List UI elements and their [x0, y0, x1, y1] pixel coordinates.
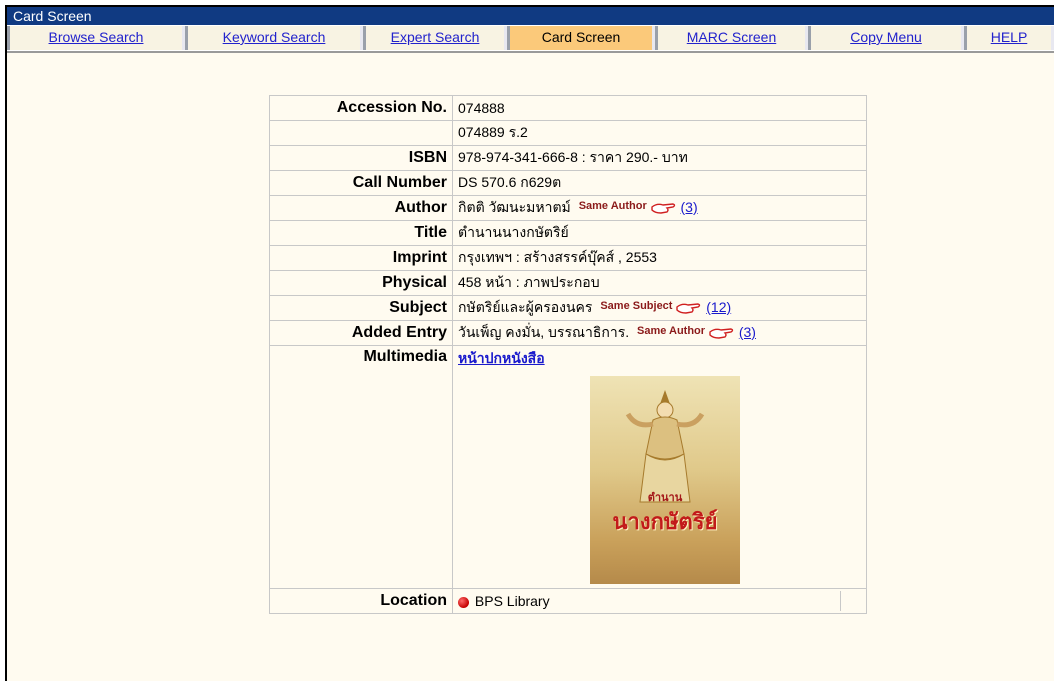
subject-count-link[interactable]: (12) — [706, 299, 731, 315]
accession-value: 074888 — [452, 95, 867, 121]
row-title: Title ตำนานนางกษัตริย์ — [269, 220, 867, 246]
pointing-hand-icon[interactable] — [676, 300, 702, 316]
red-dot-icon — [458, 596, 469, 608]
title-value: ตำนานนางกษัตริย์ — [452, 220, 867, 246]
cover-link[interactable]: หน้าปกหนังสือ — [458, 350, 545, 366]
card-record-table: Accession No. 074888 074889 ร.2 ISBN 978… — [269, 95, 867, 614]
tab-copy-menu[interactable]: Copy Menu — [808, 26, 964, 50]
row-multimedia: Multimedia หน้าปกหนังสือ ตำนาน นางกษัตริ… — [269, 345, 867, 589]
location-label: Location — [269, 588, 453, 614]
added-entry-value: วันเพ็ญ คงมั่น, บรรณาธิการ. — [458, 324, 630, 340]
call-number-value: DS 570.6 ก629ต — [452, 170, 867, 196]
tab-help[interactable]: HELP — [964, 26, 1054, 50]
tab-marc-screen[interactable]: MARC Screen — [655, 26, 808, 50]
tab-bar: Browse Search Keyword Search Expert Sear… — [7, 25, 1054, 53]
accession-label: Accession No. — [269, 95, 453, 121]
row-author: Author กิตติ วัฒนะมหาตม์ Same Author (3) — [269, 195, 867, 221]
cover-title: นางกษัตริย์ — [612, 509, 718, 535]
added-count-link[interactable]: (3) — [739, 324, 756, 340]
imprint-value: กรุงเทพฯ : สร้างสรรค์บุ๊คส์ , 2553 — [452, 245, 867, 271]
accession-label-empty — [269, 120, 453, 146]
author-cell: กิตติ วัฒนะมหาตม์ Same Author (3) — [452, 195, 867, 221]
tab-keyword-search[interactable]: Keyword Search — [185, 26, 363, 50]
multimedia-label: Multimedia — [269, 345, 453, 589]
row-accession: Accession No. 074888 — [269, 95, 867, 121]
tab-card-screen[interactable]: Card Screen — [507, 26, 655, 50]
location-empty-cell — [840, 591, 861, 611]
row-accession-2: 074889 ร.2 — [269, 120, 867, 146]
same-author-label[interactable]: Same Author — [579, 200, 647, 212]
row-location: Location BPS Library — [269, 588, 867, 614]
row-isbn: ISBN 978-974-341-666-8 : ราคา 290.- บาท — [269, 145, 867, 171]
location-value: BPS Library — [474, 593, 550, 609]
row-imprint: Imprint กรุงเทพฯ : สร้างสรรค์บุ๊คส์ , 25… — [269, 245, 867, 271]
location-cell: BPS Library — [452, 588, 867, 614]
imprint-label: Imprint — [269, 245, 453, 271]
card-screen-frame: Card Screen Browse Search Keyword Search… — [5, 5, 1054, 681]
isbn-value: 978-974-341-666-8 : ราคา 290.- บาท — [452, 145, 867, 171]
physical-label: Physical — [269, 270, 453, 296]
row-physical: Physical 458 หน้า : ภาพประกอบ — [269, 270, 867, 296]
accession-value-2: 074889 ร.2 — [452, 120, 867, 146]
physical-value: 458 หน้า : ภาพประกอบ — [452, 270, 867, 296]
pointing-hand-icon[interactable] — [650, 200, 677, 216]
row-subject: Subject กษัตริย์และผู้ครองนคร Same Subje… — [269, 295, 867, 321]
subject-label: Subject — [269, 295, 453, 321]
multimedia-cell: หน้าปกหนังสือ ตำนาน นางกษัตริย์ — [452, 345, 867, 589]
subject-cell: กษัตริย์และผู้ครองนคร Same Subject (12) — [452, 295, 867, 321]
tab-expert-search[interactable]: Expert Search — [363, 26, 507, 50]
added-entry-label: Added Entry — [269, 320, 453, 346]
row-added-entry: Added Entry วันเพ็ญ คงมั่น, บรรณาธิการ. … — [269, 320, 867, 346]
same-subject-label[interactable]: Same Subject — [600, 300, 672, 312]
subject-value: กษัตริย์และผู้ครองนคร — [458, 299, 593, 315]
window-title: Card Screen — [7, 7, 1054, 25]
title-label: Title — [269, 220, 453, 246]
pointing-hand-icon[interactable] — [709, 325, 735, 341]
dancer-figure — [625, 390, 705, 503]
author-count-link[interactable]: (3) — [681, 199, 698, 215]
author-label: Author — [269, 195, 453, 221]
added-entry-cell: วันเพ็ญ คงมั่น, บรรณาธิการ. Same Author … — [452, 320, 867, 346]
book-cover-image[interactable]: ตำนาน นางกษัตริย์ — [590, 376, 740, 584]
isbn-label: ISBN — [269, 145, 453, 171]
tab-browse-search[interactable]: Browse Search — [7, 26, 185, 50]
author-value: กิตติ วัฒนะมหาตม์ — [458, 199, 571, 215]
row-call-number: Call Number DS 570.6 ก629ต — [269, 170, 867, 196]
call-number-label: Call Number — [269, 170, 453, 196]
same-author-label[interactable]: Same Author — [637, 325, 705, 337]
